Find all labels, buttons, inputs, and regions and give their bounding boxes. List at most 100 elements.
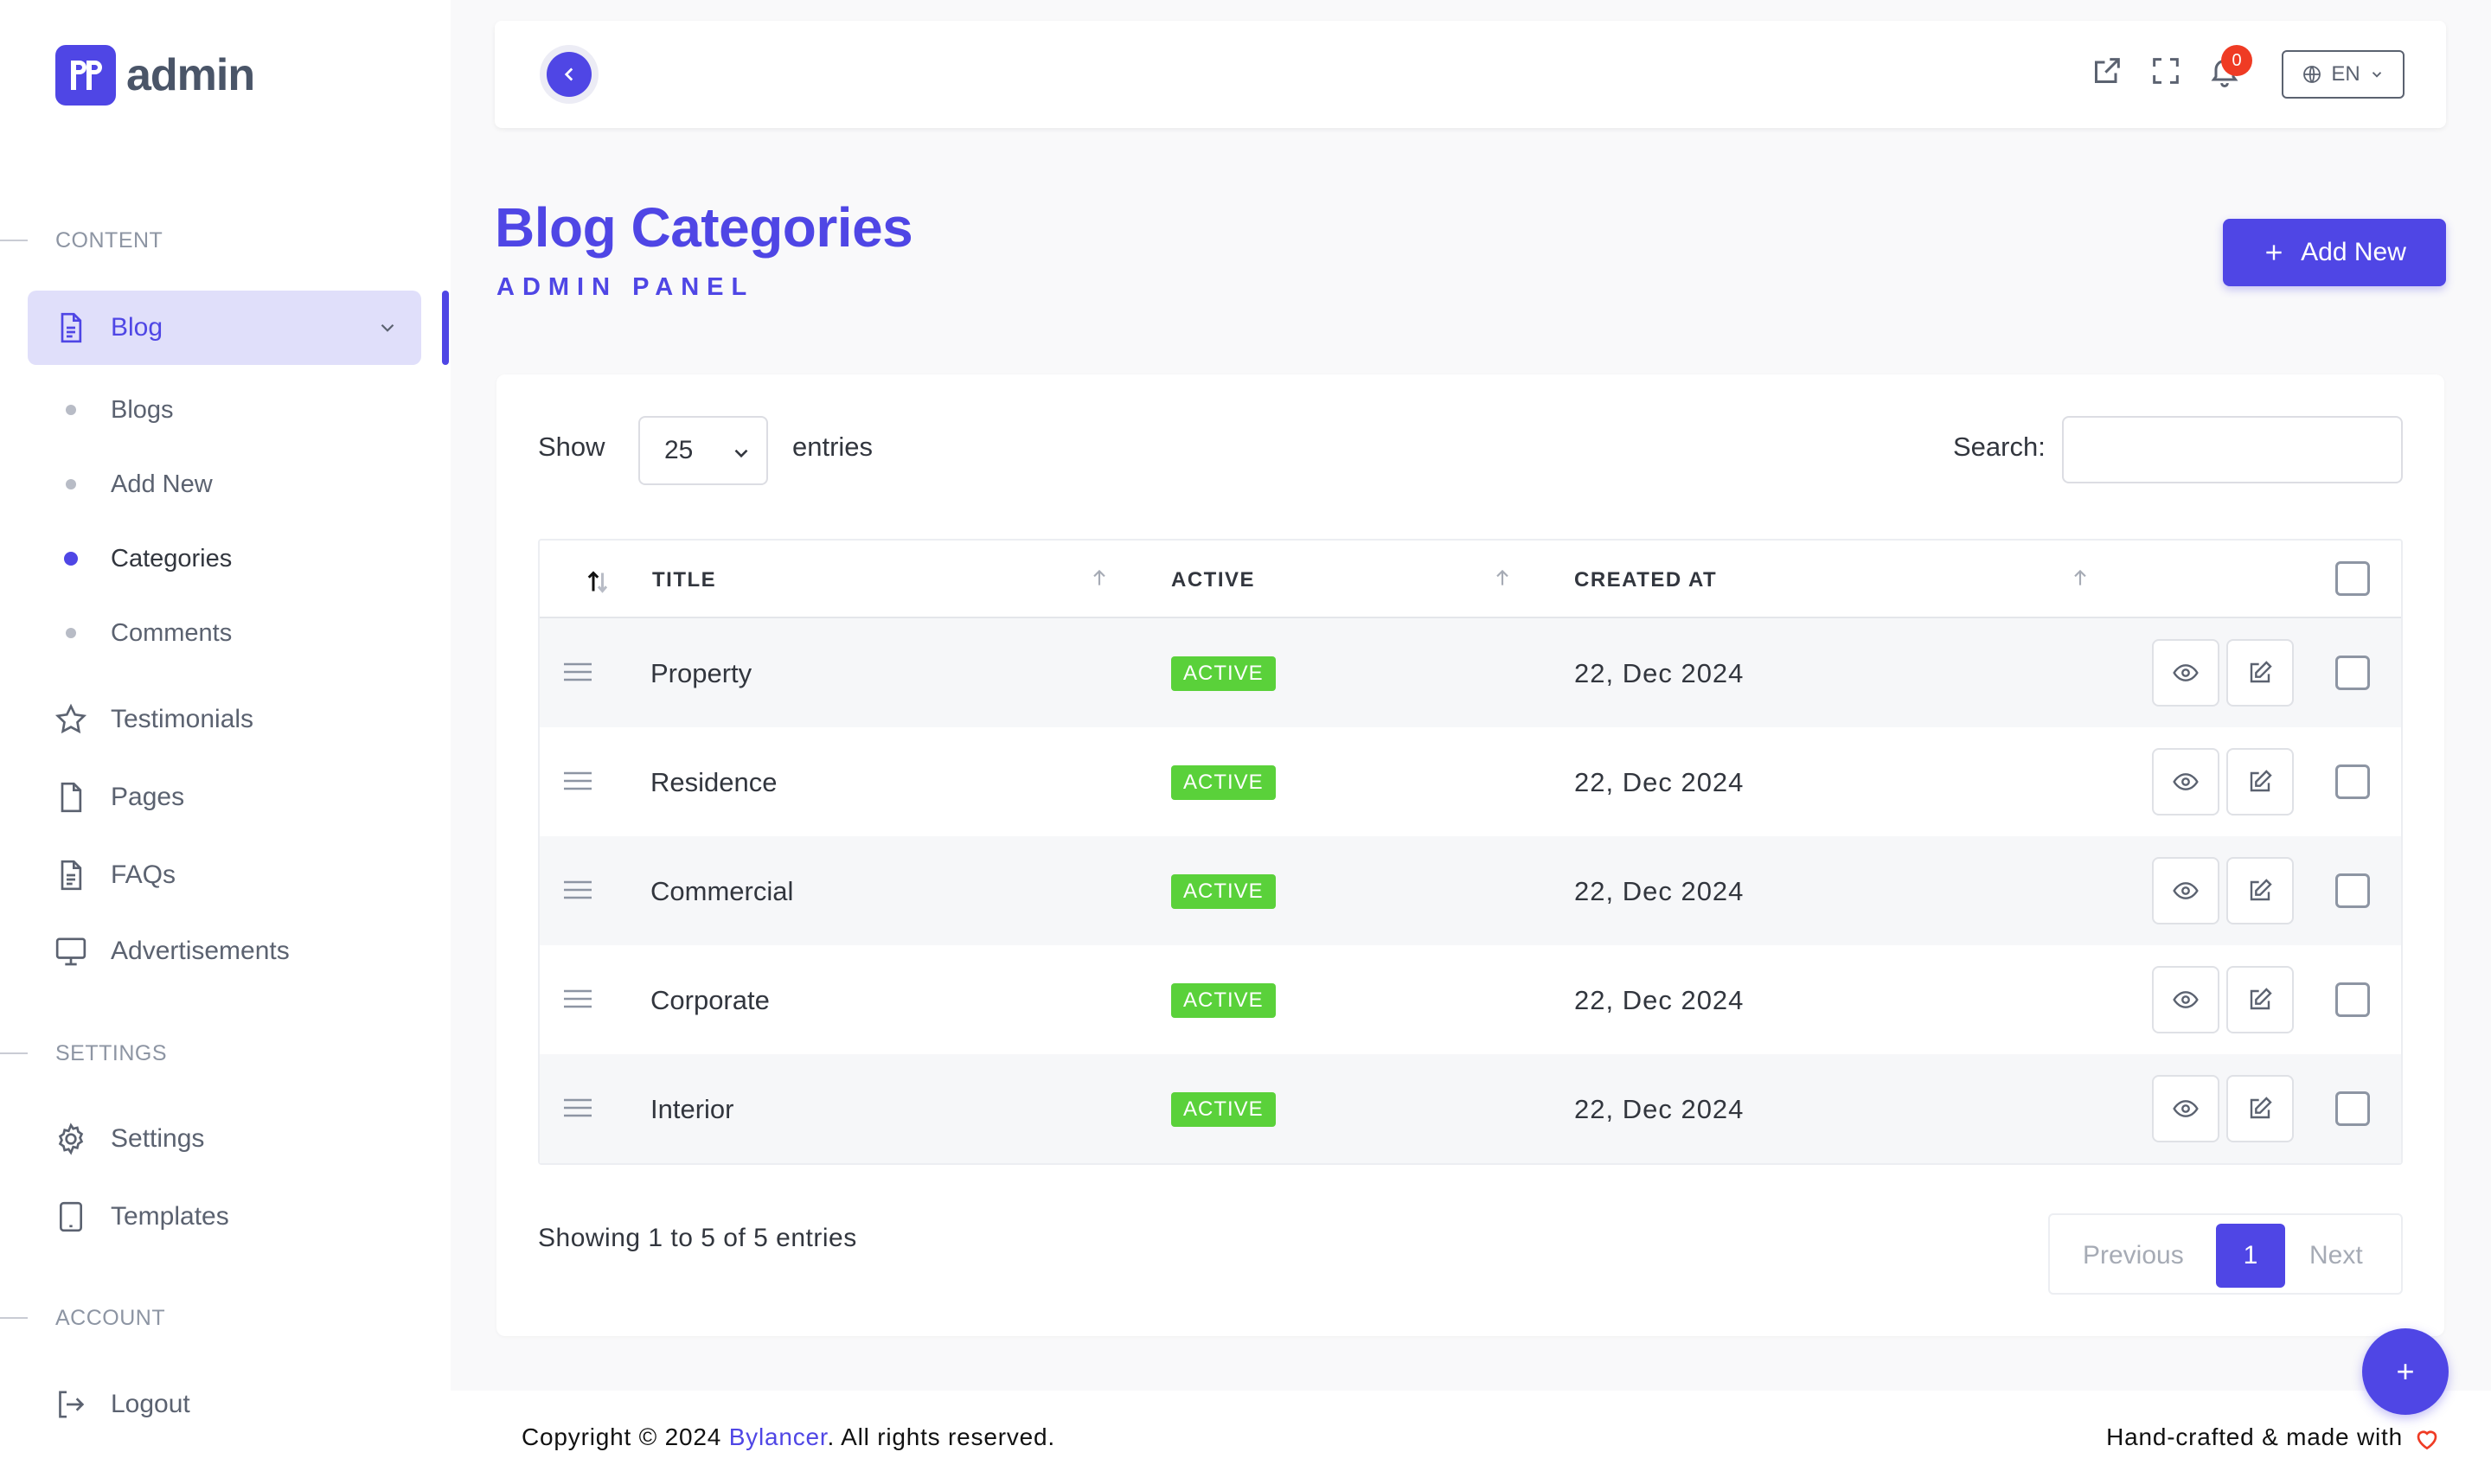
created-date: 22, Dec 2024: [1574, 876, 1745, 906]
search-input[interactable]: [2062, 416, 2403, 483]
column-header-created-at[interactable]: CREATED AT: [1574, 568, 1717, 592]
document-text-icon: [61, 860, 82, 891]
table-header: TITLE ACTIVE CREATED AT: [540, 541, 2401, 618]
sidebar-item-logout[interactable]: Logout: [28, 1367, 421, 1442]
drag-handle-icon[interactable]: [562, 878, 593, 902]
table-row: Corporate ACTIVE 22, Dec 2024: [540, 945, 2401, 1054]
sidebar-item-advertisements[interactable]: Advertisements: [28, 914, 421, 988]
table-row: Commercial ACTIVE 22, Dec 2024: [540, 836, 2401, 945]
status-badge: ACTIVE: [1171, 983, 1276, 1018]
next-page-button[interactable]: Next: [2309, 1241, 2363, 1270]
eye-icon: [2173, 664, 2199, 681]
section-divider: [0, 1317, 28, 1319]
logout-icon: [59, 1391, 85, 1418]
drag-handle-icon[interactable]: [562, 660, 593, 684]
edit-icon: [2250, 1097, 2272, 1119]
view-button[interactable]: [2152, 857, 2219, 924]
page-button-current[interactable]: 1: [2216, 1224, 2285, 1288]
entries-per-page-select[interactable]: 25: [638, 416, 768, 485]
column-header-active[interactable]: ACTIVE: [1171, 568, 1255, 592]
view-button[interactable]: [2152, 639, 2219, 707]
entries-label: entries: [792, 432, 874, 462]
sidebar-item-settings[interactable]: Settings: [28, 1102, 421, 1176]
sidebar-toggle-button[interactable]: [547, 52, 592, 97]
chevron-down-icon: [381, 323, 394, 332]
row-checkbox[interactable]: [2335, 656, 2370, 690]
sidebar-item-blog[interactable]: Blog: [28, 291, 421, 365]
fullscreen-icon[interactable]: [2148, 54, 2183, 88]
sort-arrow-icon[interactable]: [1088, 565, 1111, 591]
created-date: 22, Dec 2024: [1574, 1094, 1745, 1124]
sidebar-item-pages[interactable]: Pages: [28, 760, 421, 835]
row-checkbox[interactable]: [2335, 764, 2370, 799]
edit-button[interactable]: [2226, 857, 2294, 924]
pagination: Previous 1 Next: [2048, 1213, 2403, 1295]
drag-handle-icon[interactable]: [562, 1096, 593, 1120]
add-new-label: Add New: [2301, 238, 2406, 266]
section-label-settings: SETTINGS: [55, 1041, 168, 1065]
edit-button[interactable]: [2226, 639, 2294, 707]
plus-icon: [2266, 245, 2282, 260]
edit-button[interactable]: [2226, 748, 2294, 816]
globe-icon: [2303, 66, 2321, 83]
section-label-account: ACCOUNT: [55, 1306, 166, 1330]
categories-card: Show 25 entries Search: TITLE ACTIVE CRE…: [496, 374, 2444, 1336]
edit-button[interactable]: [2226, 1075, 2294, 1142]
external-link-icon[interactable]: [2090, 54, 2124, 88]
eye-icon: [2173, 991, 2199, 1008]
search-label: Search:: [1953, 432, 2046, 462]
created-date: 22, Dec 2024: [1574, 985, 1745, 1015]
floating-action-button[interactable]: +: [2362, 1328, 2449, 1415]
chevron-down-icon: [734, 449, 748, 458]
chevron-left-icon: [564, 67, 573, 81]
eye-icon: [2173, 882, 2199, 899]
bullet-icon: [66, 628, 76, 638]
view-button[interactable]: [2152, 1075, 2219, 1142]
add-new-button[interactable]: Add New: [2223, 219, 2446, 286]
notification-count-badge: 0: [2221, 45, 2252, 76]
sort-arrow-icon[interactable]: [2069, 565, 2091, 591]
section-divider: [0, 1052, 28, 1054]
chevron-down-icon: [2372, 72, 2381, 78]
sidebar-item-faqs[interactable]: FAQs: [28, 838, 421, 912]
company-link[interactable]: Bylancer: [729, 1423, 828, 1450]
created-date: 22, Dec 2024: [1574, 658, 1745, 688]
language-selector[interactable]: EN: [2282, 50, 2405, 99]
entries-value: 25: [664, 436, 694, 464]
footer: Copyright © 2024 Bylancer. All rights re…: [451, 1391, 2491, 1484]
pagination-info: Showing 1 to 5 of 5 entries: [538, 1224, 857, 1252]
copyright: Copyright © 2024 Bylancer. All rights re…: [522, 1423, 1055, 1450]
column-header-title[interactable]: TITLE: [652, 568, 716, 592]
status-badge: ACTIVE: [1171, 874, 1276, 909]
view-button[interactable]: [2152, 748, 2219, 816]
sort-order-icon[interactable]: [583, 566, 614, 598]
show-label: Show: [538, 432, 605, 462]
sidebar-item-templates[interactable]: Templates: [28, 1180, 421, 1254]
sidebar-item-label: Blog: [111, 313, 163, 342]
section-divider: [0, 240, 28, 241]
sidebar-item-testimonials[interactable]: Testimonials: [28, 682, 421, 757]
category-title: Interior: [650, 1094, 734, 1124]
previous-page-button[interactable]: Previous: [2083, 1241, 2184, 1270]
edit-button[interactable]: [2226, 966, 2294, 1033]
sidebar-subitem-categories[interactable]: Categories: [55, 533, 232, 585]
eye-icon: [2173, 773, 2199, 790]
row-checkbox[interactable]: [2335, 1091, 2370, 1126]
row-checkbox[interactable]: [2335, 982, 2370, 1017]
view-button[interactable]: [2152, 966, 2219, 1033]
sidebar-subitem-comments[interactable]: Comments: [55, 607, 232, 659]
row-checkbox[interactable]: [2335, 873, 2370, 908]
sidebar-subitem-blogs[interactable]: Blogs: [55, 384, 174, 436]
select-all-checkbox[interactable]: [2335, 561, 2370, 596]
tablet-icon: [60, 1201, 82, 1232]
drag-handle-icon[interactable]: [562, 769, 593, 793]
logo-mark-icon: [55, 45, 116, 106]
table-row: Residence ACTIVE 22, Dec 2024: [540, 727, 2401, 836]
edit-icon: [2250, 879, 2272, 901]
table-row: Interior ACTIVE 22, Dec 2024: [540, 1054, 2401, 1163]
language-code: EN: [2331, 62, 2360, 86]
sort-arrow-icon[interactable]: [1491, 565, 1514, 591]
drag-handle-icon[interactable]: [562, 987, 593, 1011]
sidebar-subitem-add-new[interactable]: Add New: [55, 458, 213, 510]
logo[interactable]: admin: [55, 45, 255, 106]
